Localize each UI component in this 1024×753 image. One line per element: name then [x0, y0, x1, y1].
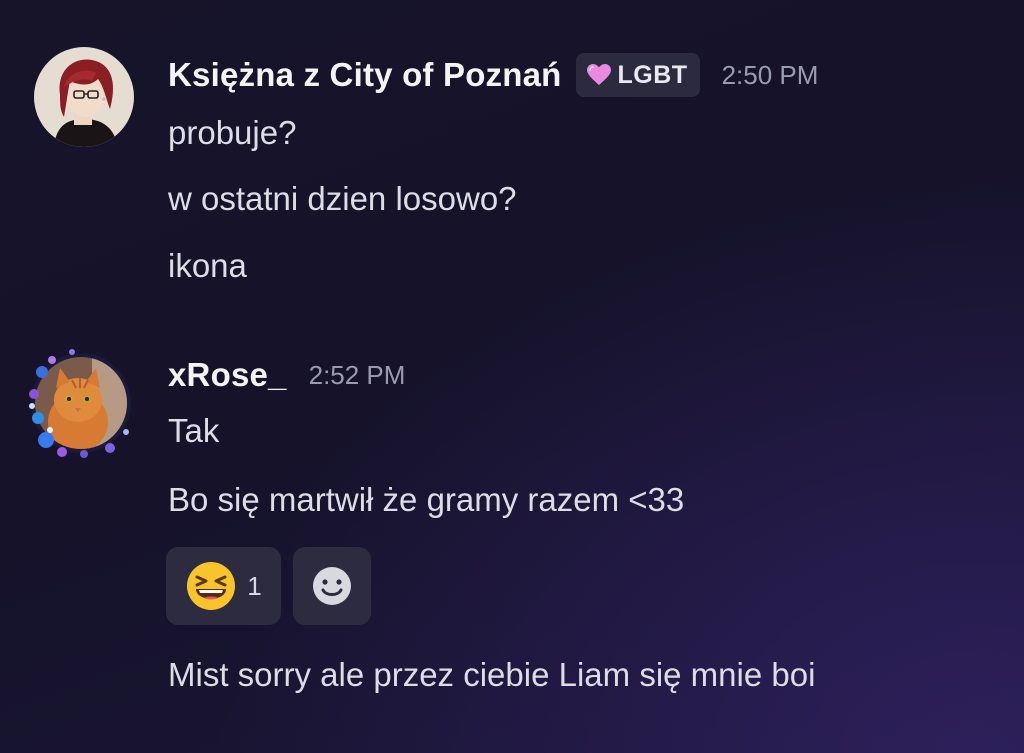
username[interactable]: xRose_ — [168, 356, 287, 394]
reaction-count: 1 — [247, 570, 262, 601]
message-text: Bo się martwił że gramy razem <33 — [168, 481, 685, 518]
role-name: LGBT — [617, 60, 688, 89]
message-text: w ostatni dzien losowo? — [168, 180, 517, 217]
avatar[interactable] — [22, 344, 140, 462]
cat-avatar-icon — [29, 349, 131, 458]
message-header: xRose_ 2:52 PM — [168, 356, 405, 394]
message-text: Tak — [168, 412, 220, 449]
message-group-2: xRose_ 2:52 PM Tak Bo się martwił że gra… — [0, 330, 1024, 753]
add-reaction-button[interactable] — [293, 547, 371, 625]
anime-avatar-icon — [34, 47, 134, 147]
role-badge[interactable]: LGBT — [575, 53, 700, 97]
add-reaction-smiley-icon — [313, 567, 351, 605]
message-header: Księżna z City of Poznań LGBT 2:50 PM — [168, 53, 818, 97]
message-text: ikona — [168, 247, 247, 284]
username[interactable]: Księżna z City of Poznań — [168, 56, 562, 94]
timestamp: 2:52 PM — [308, 359, 406, 390]
message-text: probuje? — [168, 114, 297, 151]
reaction-laughing[interactable]: 1 — [166, 547, 281, 625]
message-text: Mist sorry ale przez ciebie Liam się mni… — [168, 656, 816, 693]
avatar[interactable] — [34, 47, 134, 147]
pink-heart-icon — [586, 64, 611, 85]
laughing-squint-emoji-icon — [187, 562, 236, 610]
message-group-1: Księżna z City of Poznań LGBT 2:50 PM pr… — [0, 0, 1024, 330]
reaction-bar: 1 — [166, 547, 371, 625]
timestamp: 2:50 PM — [721, 59, 819, 90]
